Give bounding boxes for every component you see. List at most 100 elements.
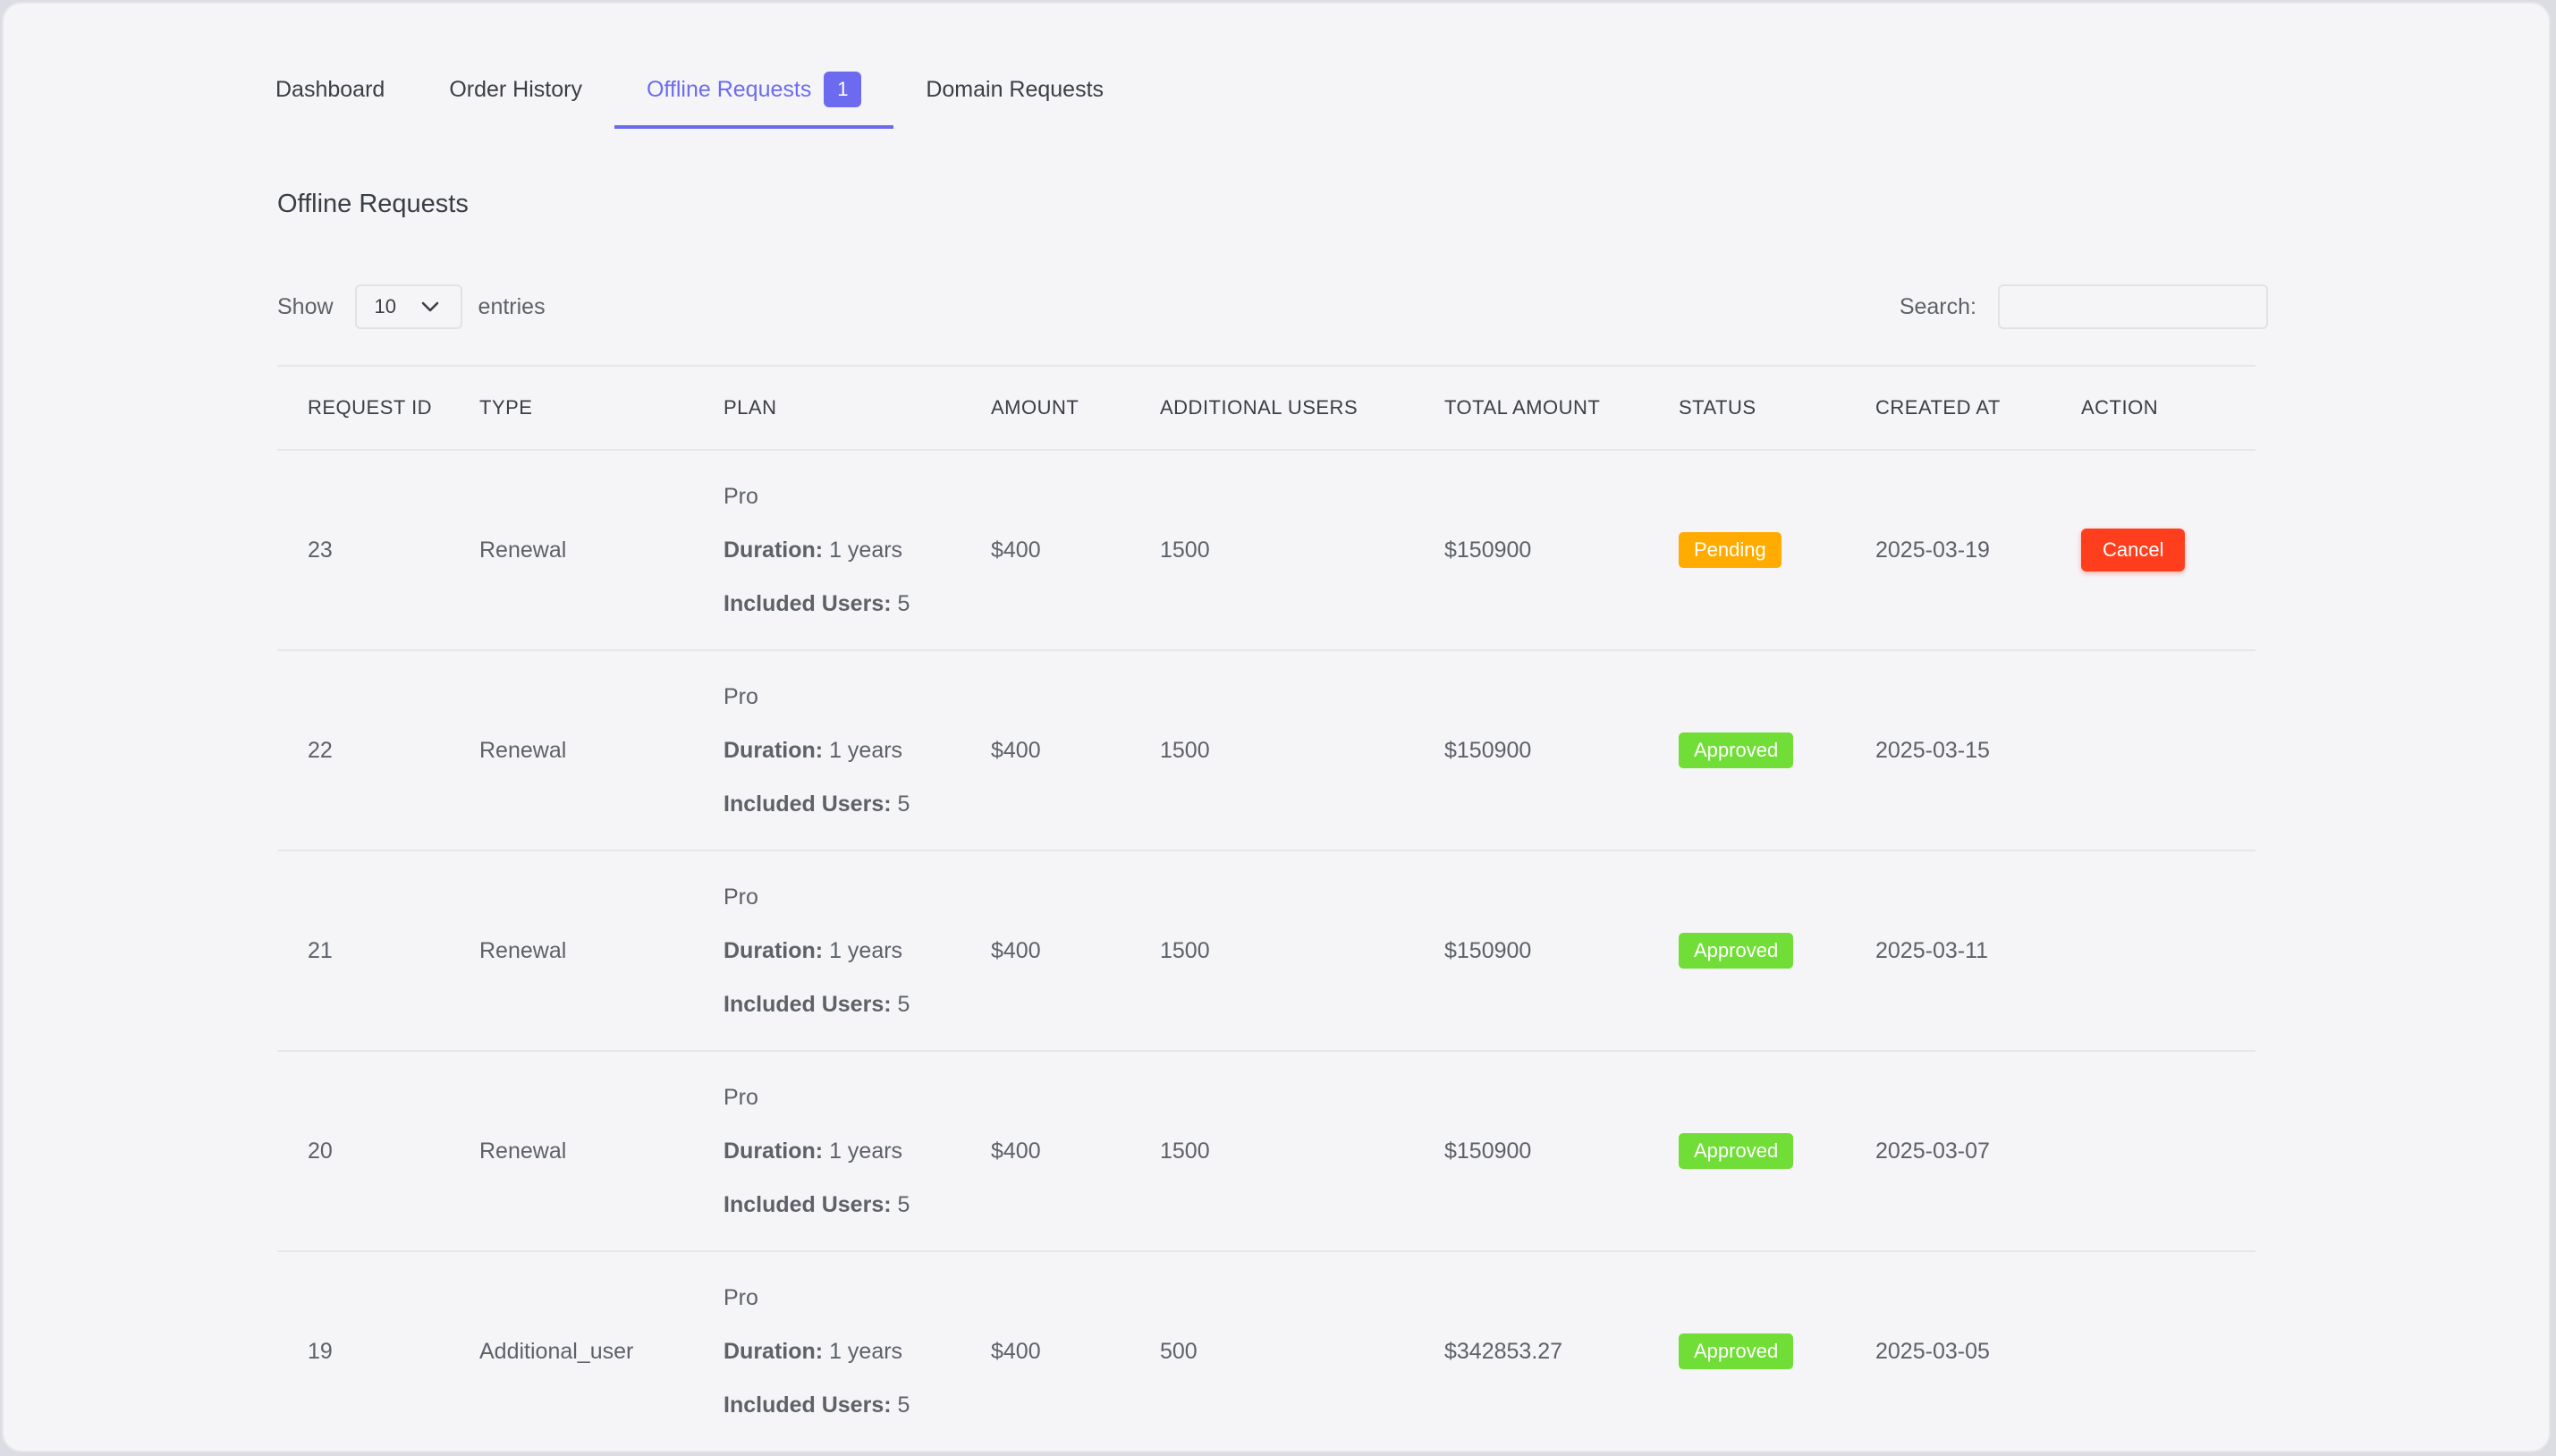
tab-dashboard[interactable]: Dashboard — [243, 68, 417, 129]
plan-name: Pro — [724, 1285, 758, 1310]
status-cell: Approved — [1679, 1051, 1875, 1252]
request-id: 22 — [277, 650, 479, 851]
status-cell: Pending — [1679, 450, 1875, 651]
request-type: Renewal — [479, 450, 724, 651]
status-cell: Approved — [1679, 1251, 1875, 1451]
entries-select[interactable]: 10 — [354, 284, 462, 329]
plan-duration: Duration: 1 years — [724, 1339, 903, 1364]
tab-label: Order History — [449, 77, 582, 102]
status-cell: Approved — [1679, 851, 1875, 1052]
table-row: 21 Renewal Pro Duration: 1 years Include… — [277, 851, 2256, 1052]
status-badge: Approved — [1679, 732, 1794, 768]
status-cell: Approved — [1679, 650, 1875, 851]
request-id: 23 — [277, 450, 479, 651]
additional-users: 1500 — [1160, 851, 1444, 1052]
action-cell — [2081, 1251, 2256, 1451]
tab-order-history[interactable]: Order History — [417, 68, 614, 129]
plan-users: Included Users: 5 — [724, 591, 910, 616]
plan-name: Pro — [724, 484, 758, 509]
plan-name: Pro — [724, 684, 758, 709]
column-header[interactable]: REQUEST ID — [277, 365, 479, 451]
column-header[interactable]: CREATED AT — [1875, 365, 2081, 451]
additional-users: 1500 — [1160, 450, 1444, 651]
total-amount: $150900 — [1444, 1051, 1679, 1252]
request-id: 19 — [277, 1251, 479, 1451]
created-at: 2025-03-15 — [1875, 650, 2081, 851]
action-cell — [2081, 650, 2256, 851]
total-amount: $150900 — [1444, 650, 1679, 851]
amount: $400 — [991, 450, 1160, 651]
show-label: Show — [277, 293, 334, 319]
plan-cell: Pro Duration: 1 years Included Users: 5 — [724, 650, 991, 851]
status-badge: Approved — [1679, 1333, 1794, 1369]
tab-domain-requests[interactable]: Domain Requests — [893, 68, 1136, 129]
tab-label: Dashboard — [275, 77, 385, 102]
table-row: 20 Renewal Pro Duration: 1 years Include… — [277, 1051, 2256, 1252]
entries-value: 10 — [374, 295, 397, 317]
tab-bar: Dashboard Order History Offline Requests… — [243, 68, 1136, 129]
entries-label: entries — [478, 293, 546, 319]
plan-users: Included Users: 5 — [724, 1192, 910, 1217]
page-title: Offline Requests — [277, 190, 469, 218]
plan-duration: Duration: 1 years — [724, 738, 903, 763]
entries-length-control: Show 10 entries — [277, 284, 546, 329]
search-input[interactable] — [1998, 284, 2268, 329]
amount: $400 — [991, 650, 1160, 851]
table-row: 22 Renewal Pro Duration: 1 years Include… — [277, 650, 2256, 851]
search-control: Search: — [1900, 284, 2268, 329]
column-header[interactable]: TOTAL AMOUNT — [1444, 365, 1679, 451]
action-cell — [2081, 851, 2256, 1052]
status-badge: Approved — [1679, 1133, 1794, 1169]
created-at: 2025-03-19 — [1875, 450, 2081, 651]
column-header[interactable]: TYPE — [479, 365, 724, 451]
total-amount: $150900 — [1444, 450, 1679, 651]
additional-users: 1500 — [1160, 1051, 1444, 1252]
action-cell — [2081, 1051, 2256, 1252]
plan-users: Included Users: 5 — [724, 1393, 910, 1418]
action-cell: Cancel — [2081, 450, 2256, 651]
column-header[interactable]: STATUS — [1679, 365, 1875, 451]
tab-label: Domain Requests — [926, 77, 1104, 102]
request-type: Renewal — [479, 650, 724, 851]
plan-users: Included Users: 5 — [724, 791, 910, 817]
table-row: 19 Additional_user Pro Duration: 1 years… — [277, 1251, 2256, 1451]
created-at: 2025-03-05 — [1875, 1251, 2081, 1451]
status-badge: Pending — [1679, 532, 1782, 568]
status-badge: Approved — [1679, 933, 1794, 969]
plan-cell: Pro Duration: 1 years Included Users: 5 — [724, 1251, 991, 1451]
column-header[interactable]: ADDITIONAL USERS — [1160, 365, 1444, 451]
total-amount: $150900 — [1444, 851, 1679, 1052]
column-header[interactable]: AMOUNT — [991, 365, 1160, 451]
additional-users: 1500 — [1160, 650, 1444, 851]
amount: $400 — [991, 1251, 1160, 1451]
plan-name: Pro — [724, 1085, 758, 1110]
amount: $400 — [991, 1051, 1160, 1252]
search-label: Search: — [1899, 293, 1976, 319]
plan-duration: Duration: 1 years — [724, 938, 903, 963]
tab-label: Offline Requests — [646, 77, 812, 102]
created-at: 2025-03-11 — [1875, 851, 2081, 1052]
plan-duration: Duration: 1 years — [724, 1139, 903, 1164]
plan-cell: Pro Duration: 1 years Included Users: 5 — [724, 450, 991, 651]
created-at: 2025-03-07 — [1875, 1051, 2081, 1252]
tab-offline-requests[interactable]: Offline Requests 1 — [614, 68, 894, 129]
requests-table: REQUEST ID TYPE PLAN AMOUNT ADDITIONAL U… — [277, 365, 2256, 1451]
additional-users: 500 — [1160, 1251, 1444, 1451]
amount: $400 — [991, 851, 1160, 1052]
table-row: 23 Renewal Pro Duration: 1 years Include… — [277, 450, 2256, 651]
plan-cell: Pro Duration: 1 years Included Users: 5 — [724, 851, 991, 1052]
plan-name: Pro — [724, 885, 758, 910]
request-type: Renewal — [479, 851, 724, 1052]
plan-users: Included Users: 5 — [724, 992, 910, 1017]
cancel-button[interactable]: Cancel — [2081, 529, 2186, 571]
app-window: Dashboard Order History Offline Requests… — [2, 2, 2551, 1452]
request-type: Renewal — [479, 1051, 724, 1252]
column-header[interactable]: PLAN — [724, 365, 991, 451]
column-header[interactable]: ACTION — [2081, 365, 2256, 451]
plan-cell: Pro Duration: 1 years Included Users: 5 — [724, 1051, 991, 1252]
table-header-row: REQUEST ID TYPE PLAN AMOUNT ADDITIONAL U… — [277, 365, 2256, 451]
plan-duration: Duration: 1 years — [724, 538, 903, 563]
request-type: Additional_user — [479, 1251, 724, 1451]
total-amount: $342853.27 — [1444, 1251, 1679, 1451]
request-id: 21 — [277, 851, 479, 1052]
